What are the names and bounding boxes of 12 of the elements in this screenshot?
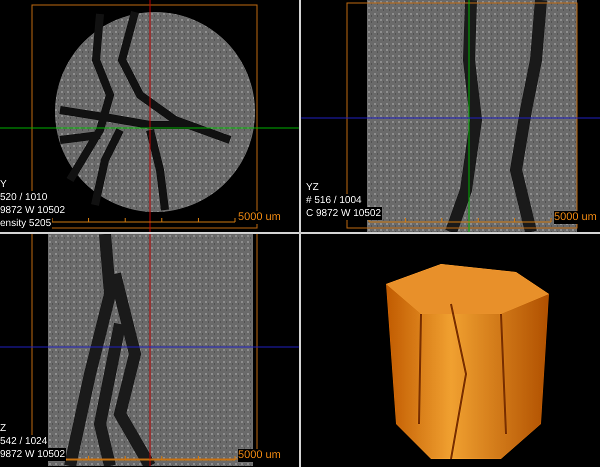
scale-label: 5000 um [238,211,281,224]
crosshair-line[interactable] [0,346,299,348]
slice-info-text: 542 / 1024 [0,435,48,448]
slice-info-text: C 9872 W 10502 [306,207,382,220]
slice-info-text: # 516 / 1004 [306,194,363,207]
slice-info-text: 9872 W 10502 [0,448,66,461]
scale-label: 5000 um [238,449,281,462]
slice-info-text: 9872 W 10502 [0,204,66,217]
scale-label: 5000 um [554,211,597,224]
slice-info-text: ensity 5205 [0,217,52,230]
crosshair-line[interactable] [468,0,470,232]
slice-info-text: 520 / 1010 [0,191,48,204]
